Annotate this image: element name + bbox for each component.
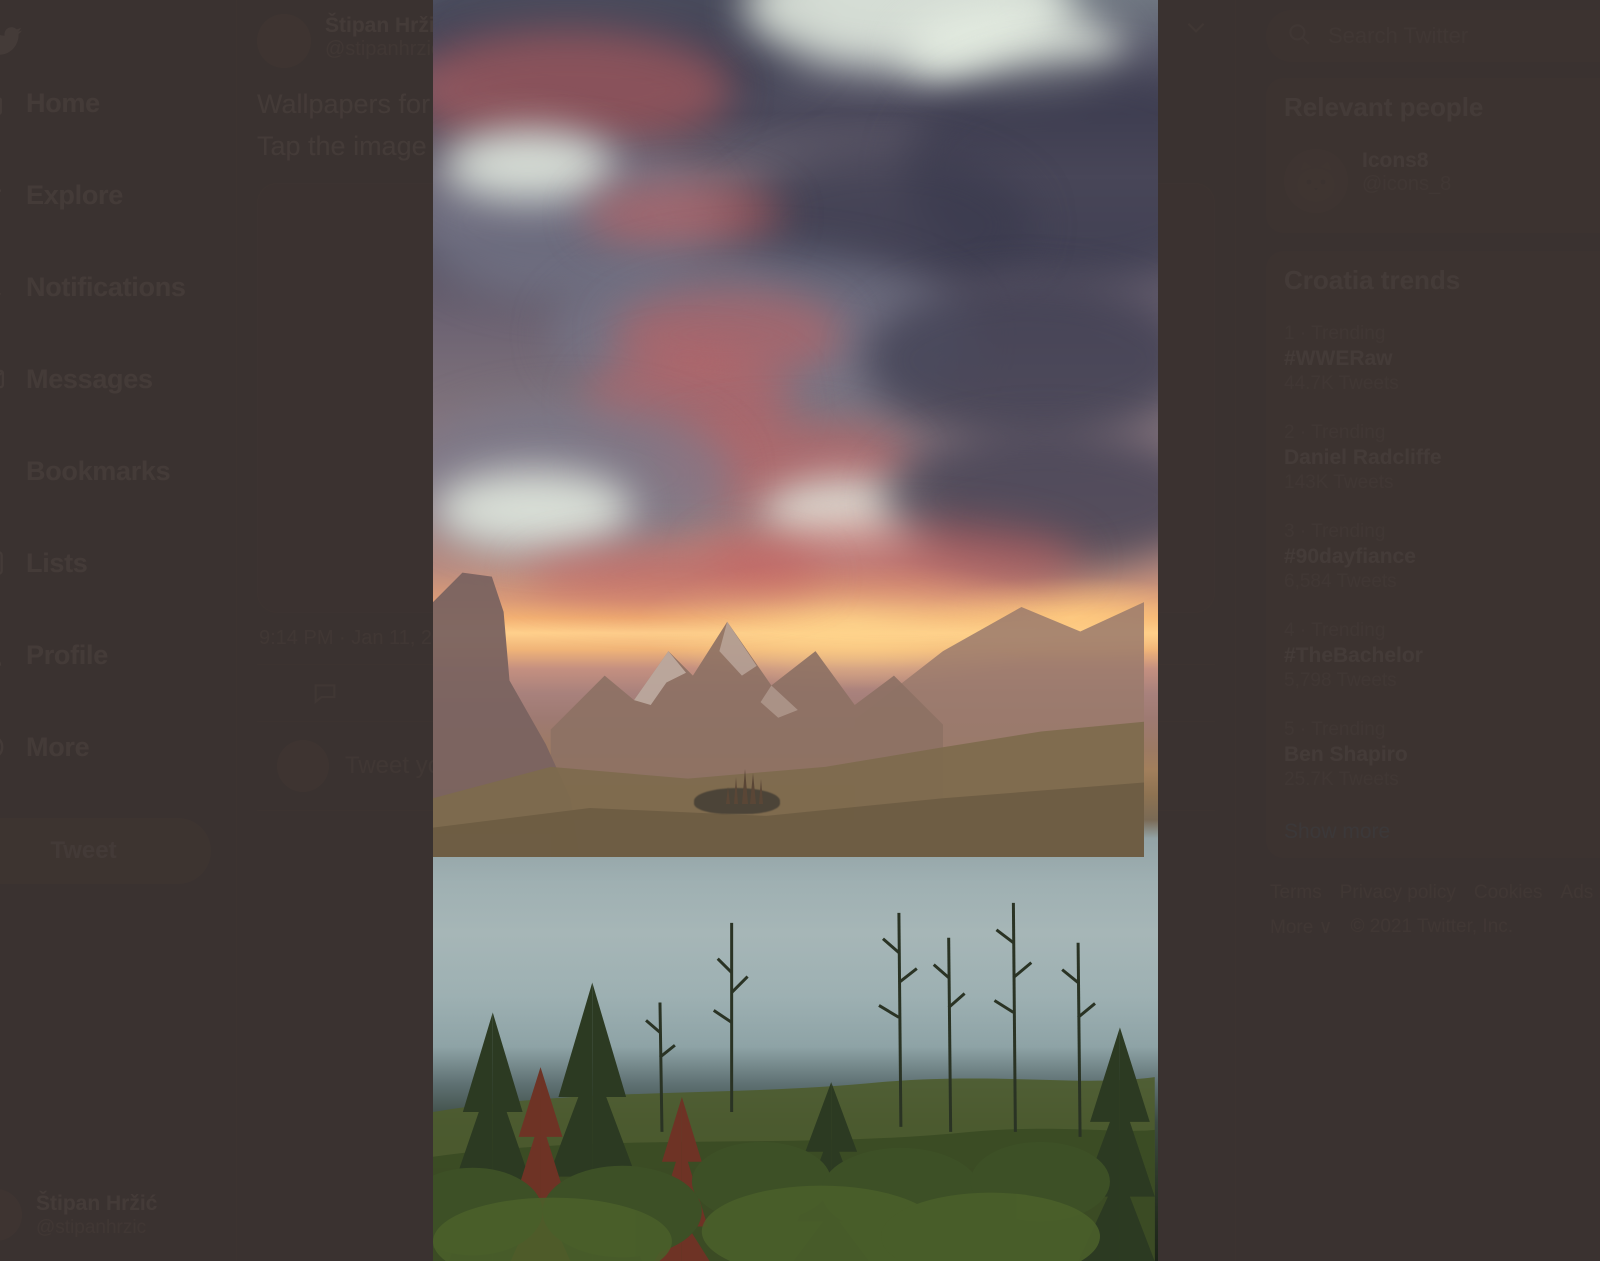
photo-image[interactable] [433,0,1158,1261]
mountain-ridges [433,573,1145,858]
island-trees [725,769,763,805]
photo-viewer-modal[interactable]: Sunset over St. Mary Lake with Wild Goos… [433,0,1158,1261]
foreground-forest [433,902,1155,1261]
